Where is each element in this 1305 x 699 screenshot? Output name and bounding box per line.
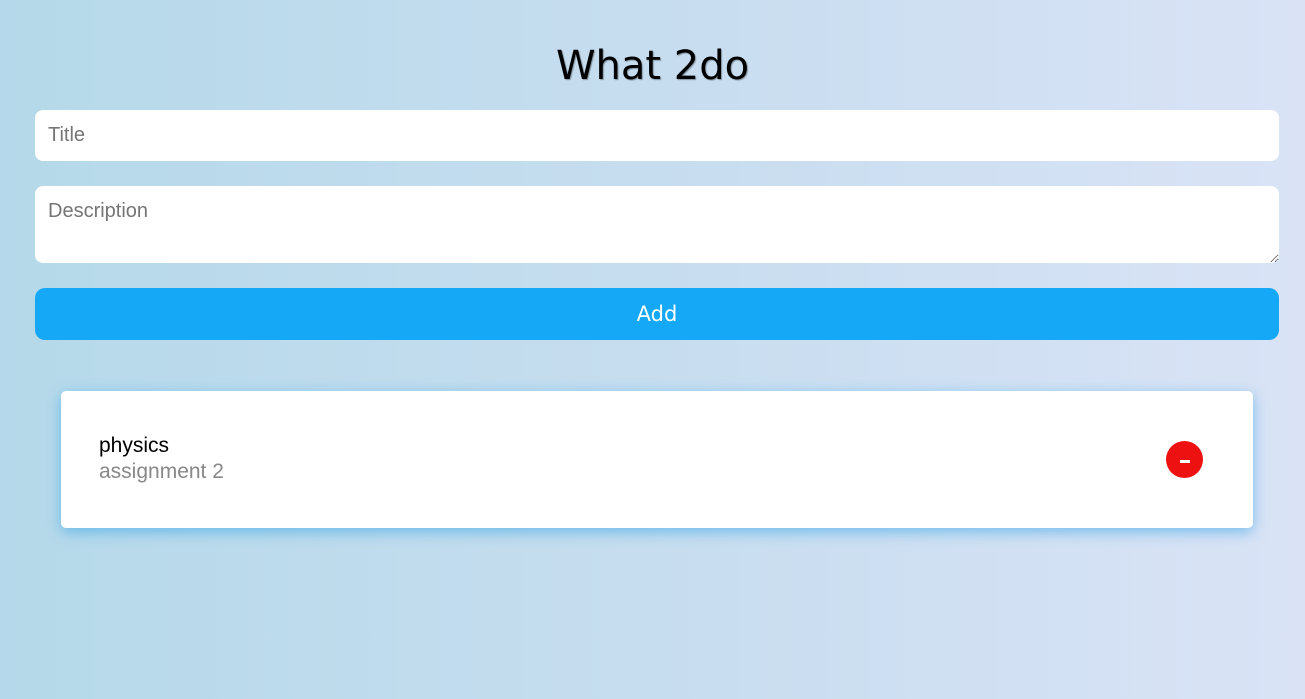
minus-icon [1179, 459, 1190, 463]
description-input[interactable] [35, 186, 1279, 263]
todo-title: physics [99, 434, 170, 457]
todo-description: assignment 2 [99, 460, 224, 483]
title-input[interactable] [35, 110, 1279, 161]
page-title: What 2do [555, 43, 750, 89]
todo-item: physics assignment 2 [61, 391, 1253, 528]
delete-todo-button[interactable] [1166, 441, 1203, 478]
add-button[interactable]: Add [35, 288, 1279, 340]
